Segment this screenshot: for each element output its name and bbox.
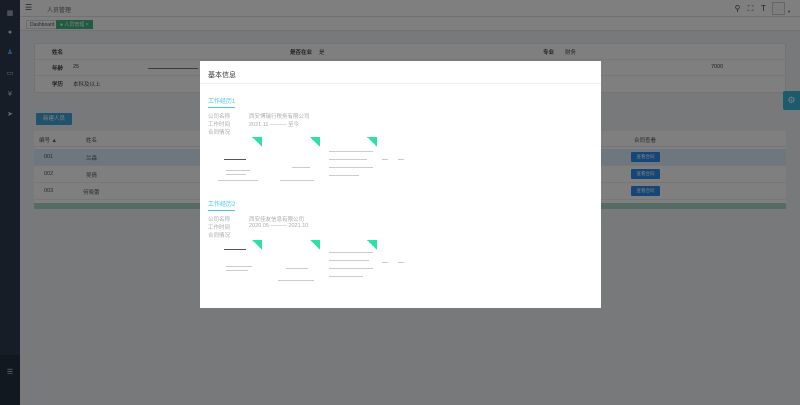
company-label: 公司名称 xyxy=(208,114,231,120)
contract-thumbnail[interactable] xyxy=(206,137,262,181)
contract-thumbnail[interactable] xyxy=(378,137,408,181)
work-time-label: 工作时间 xyxy=(208,225,231,231)
contract-corner-badge xyxy=(310,137,320,147)
work-time-value: 2020.05 ——— 2021.10 xyxy=(249,223,309,229)
contract-label: 合同情况 xyxy=(208,233,231,239)
modal-divider xyxy=(200,83,601,84)
work-experience-2-heading: 工作经历2 xyxy=(208,199,236,211)
company-label: 公司名称 xyxy=(208,217,231,223)
contract-thumbnail[interactable] xyxy=(321,137,377,181)
contract-corner-badge xyxy=(310,240,320,250)
contract-thumbnail[interactable] xyxy=(264,240,320,284)
basic-info-modal: 基本信息 工作经历1 公司名称 西安博瑞行税务有限公司 工作时间 2021.11… xyxy=(200,61,601,308)
work-time-label: 工作时间 xyxy=(208,122,231,128)
modal-title: 基本信息 xyxy=(208,72,236,79)
contract-thumbnail[interactable] xyxy=(378,240,408,284)
contract-thumbnail[interactable] xyxy=(264,137,320,181)
contract-corner-badge xyxy=(367,240,377,250)
work-experience-1-heading: 工作经历1 xyxy=(208,96,236,108)
work-time-value: 2021.11 ——— 至今 xyxy=(249,122,300,128)
contract-thumbnail[interactable] xyxy=(321,240,377,284)
company-value: 西安佳友信息有限公司 xyxy=(249,217,305,223)
contract-corner-badge xyxy=(252,137,262,147)
company-value: 西安博瑞行税务有限公司 xyxy=(249,114,310,120)
contract-label: 合同情况 xyxy=(208,130,231,136)
contract-corner-badge xyxy=(367,137,377,147)
contract-corner-badge xyxy=(252,240,262,250)
contract-thumbnail[interactable] xyxy=(206,240,262,284)
